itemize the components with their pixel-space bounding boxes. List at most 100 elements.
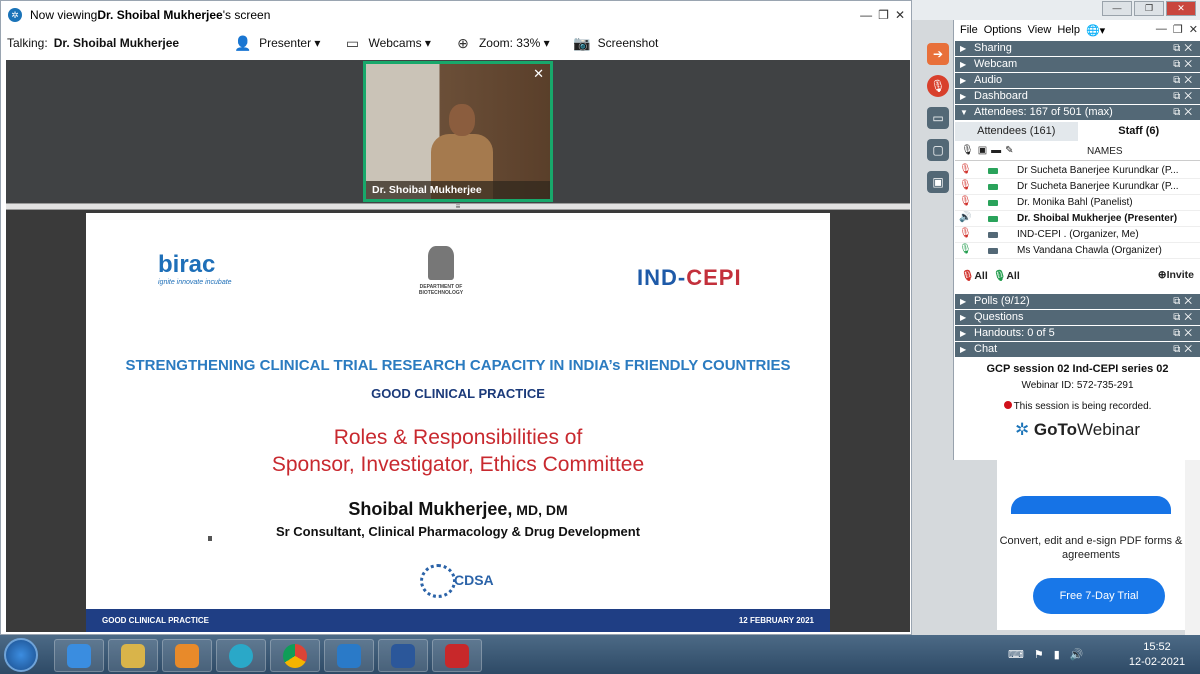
gotowebinar-taskbar-button[interactable] (324, 639, 374, 672)
edge-button[interactable] (216, 639, 266, 672)
gotowebinar-icon (337, 643, 361, 668)
section-attendees[interactable]: Attendees: 167 of 501 (max)⧉✕ (955, 105, 1200, 120)
volume-icon[interactable]: 🔊 (1070, 648, 1084, 661)
pdf-ad-panel: Convert, edit and e-sign PDF forms & agr… (997, 460, 1185, 630)
column-icons: 🎙 ▣ ▬ ✎ (961, 145, 1014, 156)
pane-splitter[interactable]: ≡ (6, 203, 910, 211)
clock[interactable]: 15:52 12-02-2021 (1122, 640, 1192, 672)
media-player-button[interactable] (162, 639, 212, 672)
tab-staff[interactable]: Staff (6) (1077, 122, 1200, 141)
close-icon[interactable]: ✕ (895, 8, 905, 22)
webcam-toggle-icon[interactable]: ▭ (927, 107, 949, 129)
section-audio[interactable]: Audio⧉✕ (955, 73, 1200, 88)
staff-row[interactable]: 🎙 Dr. Monika Bahl (Panelist) (955, 195, 1200, 211)
word-button[interactable] (378, 639, 428, 672)
mute-all-button[interactable]: 🎙All (961, 269, 988, 282)
screenshot-button[interactable]: 📷 Screenshot (572, 35, 658, 51)
language-globe-icon[interactable]: 🌐▾ (1086, 24, 1105, 37)
flag-icon[interactable]: ⚑ (1034, 648, 1044, 661)
internet-explorer-button[interactable] (54, 639, 104, 672)
staff-row[interactable]: 🎙 Dr Sucheta Banerjee Kurundkar (P... (955, 163, 1200, 179)
gotowebinar-logo-icon: ✲ (8, 8, 22, 22)
word-icon (391, 643, 415, 668)
attendee-actions: 🎙All 🎙All ⊕Invite (955, 266, 1200, 286)
microphone-icon[interactable]: 🎙 (927, 75, 949, 97)
add-person-icon: ⊕ (1157, 269, 1167, 281)
section-webcam[interactable]: Webcam⧉✕ (955, 57, 1200, 72)
section-dashboard[interactable]: Dashboard⧉✕ (955, 89, 1200, 104)
menu-file[interactable]: File (960, 24, 978, 36)
recording-status: This session is being recorded. (955, 401, 1200, 412)
restore-icon[interactable]: ❐ (878, 8, 889, 22)
presenter-menu-button[interactable]: 👤 Presenter ▾ (233, 35, 320, 51)
presenter-column-icon: ▣ (977, 145, 988, 156)
invite-button[interactable]: ⊕Invite (1158, 269, 1194, 281)
webinar-id: Webinar ID: 572-735-291 (1021, 380, 1134, 391)
section-questions[interactable]: Questions⧉✕ (955, 310, 1200, 325)
menu-view[interactable]: View (1028, 24, 1052, 36)
signal-icon[interactable]: ▮ (1054, 648, 1060, 661)
restore-icon[interactable]: ❐ (1134, 1, 1164, 16)
chrome-button[interactable] (270, 639, 320, 672)
webcams-label: Webcams ▾ (368, 36, 431, 50)
minimize-icon[interactable]: — (860, 8, 872, 22)
acrobat-icon (445, 643, 469, 668)
chrome-icon (283, 643, 307, 668)
title-suffix: 's screen (222, 8, 271, 22)
section-polls[interactable]: Polls (9/12)⧉✕ (955, 294, 1200, 309)
tab-attendees[interactable]: Attendees (161) (955, 122, 1078, 141)
restore-icon[interactable]: ❐ (1173, 23, 1183, 36)
section-sharing[interactable]: Sharing⧉✕ (955, 41, 1200, 56)
attendee-tabs: Attendees (161) Staff (6) (955, 122, 1200, 141)
section-handouts[interactable]: Handouts: 0 of 5⧉✕ (955, 326, 1200, 341)
media-player-icon (175, 643, 199, 668)
internet-explorer-icon (67, 643, 91, 668)
edge-icon (229, 643, 253, 668)
background-window-controls[interactable]: — ❐ ✕ (1102, 1, 1198, 17)
mouse-cursor (208, 536, 212, 541)
birac-logo: birac ignite innovate incubate (158, 251, 232, 286)
clock-time: 15:52 (1143, 641, 1171, 653)
ind-cepi-logo: IND-CEPI (637, 265, 742, 290)
screen-share-icon[interactable]: ▢ (927, 139, 949, 161)
slide-headline: STRENGTHENING CLINICAL TRIAL RESEARCH CA… (125, 357, 791, 374)
session-title: GCP session 02 Ind-CEPI series 02 (986, 363, 1169, 375)
talking-indicator: Talking: Dr. Shoibal Mukherjee (7, 36, 179, 50)
staff-row[interactable]: 🎙 Dr Sucheta Banerjee Kurundkar (P... (955, 179, 1200, 195)
menu-help[interactable]: Help (1057, 24, 1080, 36)
minimize-icon[interactable]: — (1156, 23, 1167, 36)
view-screen-icon[interactable]: ▣ (927, 171, 949, 193)
file-explorer-button[interactable] (108, 639, 158, 672)
keyboard-icon[interactable]: ⌨ (1008, 648, 1024, 661)
scrollbar[interactable] (1185, 460, 1200, 635)
minimize-icon[interactable]: — (1102, 1, 1132, 16)
cdsa-logo: CDSA (420, 564, 500, 598)
menu-options[interactable]: Options (984, 24, 1022, 36)
slide-speaker-role: Sr Consultant, Clinical Pharmacology & D… (275, 524, 641, 539)
presenter-webcam-feed[interactable]: ✕ Dr. Shoibal Mukherjee (363, 61, 553, 202)
presenter-icon: 👤 (234, 35, 252, 51)
staff-row-presenter[interactable]: 🔊 Dr. Shoibal Mukherjee (Presenter) (955, 211, 1200, 227)
close-icon[interactable]: ✕ (1166, 1, 1196, 16)
close-webcam-icon[interactable]: ✕ (533, 66, 544, 82)
presenter-label: Presenter ▾ (259, 36, 321, 50)
staff-row[interactable]: 🎙 Ms Vandana Chawla (Organizer) (955, 243, 1200, 259)
free-trial-button[interactable]: Free 7-Day Trial (1033, 578, 1165, 614)
close-icon[interactable]: ✕ (1189, 23, 1198, 36)
start-button[interactable] (4, 638, 38, 672)
quick-action-sidebar: ➔ 🎙 ▭ ▢ ▣ (924, 40, 952, 193)
section-chat[interactable]: Chat⧉✕ (955, 342, 1200, 357)
session-info: GCP session 02 Ind-CEPI series 02 Webina… (955, 360, 1200, 458)
draw-column-icon: ✎ (1005, 145, 1014, 156)
acrobat-button[interactable] (432, 639, 482, 672)
unmute-all-button[interactable]: 🎙All (993, 269, 1020, 282)
zoom-menu-button[interactable]: ⊕ Zoom: 33% ▾ (453, 35, 550, 51)
staff-row[interactable]: 🎙 IND-CEPI . (Organizer, Me) (955, 227, 1200, 243)
viewer-window-controls: — ❐ ✕ (860, 8, 905, 22)
slide-speaker: Shoibal Mukherjee, MD, DM (348, 499, 568, 519)
names-column-header: NAMES (1087, 146, 1123, 157)
gotowebinar-logo-icon: ✲ (1014, 420, 1034, 439)
collapse-arrow-icon[interactable]: ➔ (927, 43, 949, 65)
webcams-menu-button[interactable]: ▭ Webcams ▾ (342, 35, 431, 51)
presentation-slide: birac ignite innovate incubate DEPARTMEN… (86, 213, 830, 632)
